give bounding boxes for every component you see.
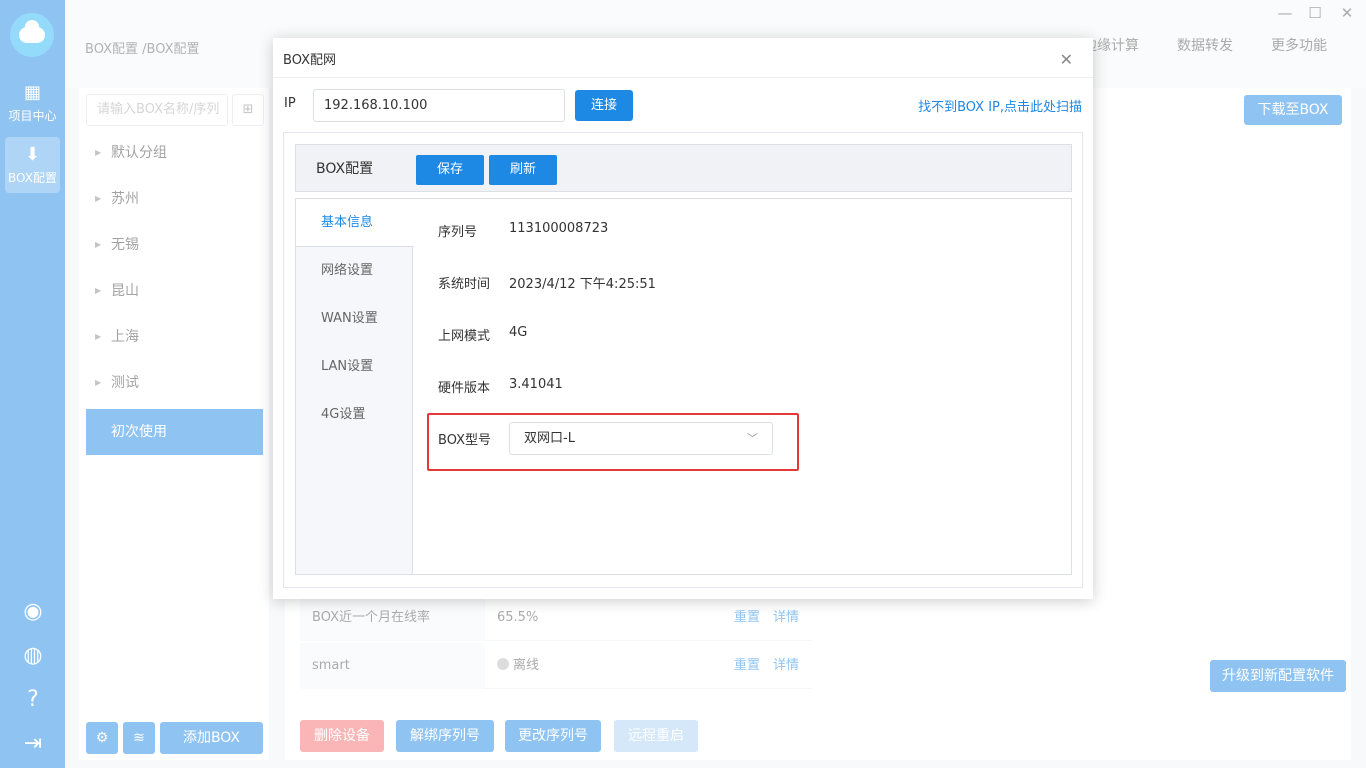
hardware-version-value: 3.41041: [509, 377, 563, 392]
box-config-panel: BOX配置 保存 刷新 基本信息 网络设置 WAN设置 LAN设置 4G设置 序…: [283, 132, 1083, 588]
config-header: BOX配置 保存 刷新: [295, 144, 1072, 192]
ip-input[interactable]: 192.168.10.100: [313, 89, 565, 122]
ip-label: IP: [284, 96, 296, 111]
network-mode-label: 上网模式: [438, 329, 491, 344]
serial-label: 序列号: [438, 225, 478, 240]
box-network-dialog: BOX配网 ✕ IP 192.168.10.100 连接 找不到BOX IP,点…: [273, 38, 1093, 599]
tab-4g-settings[interactable]: 4G设置: [296, 391, 413, 439]
config-title: BOX配置: [316, 161, 374, 177]
network-mode-value: 4G: [509, 325, 528, 340]
system-time-value: 2023/4/12 下午4:25:51: [509, 277, 656, 292]
hardware-version-label: 硬件版本: [438, 381, 491, 396]
config-tabs: 基本信息 网络设置 WAN设置 LAN设置 4G设置: [296, 199, 414, 574]
tab-lan-settings[interactable]: LAN设置: [296, 343, 413, 391]
tab-network-settings[interactable]: 网络设置: [296, 247, 413, 295]
dialog-title: BOX配网: [283, 53, 336, 68]
divider: [273, 77, 1093, 78]
tab-basic-info[interactable]: 基本信息: [296, 199, 414, 247]
tab-wan-settings[interactable]: WAN设置: [296, 295, 413, 343]
refresh-button[interactable]: 刷新: [489, 155, 557, 185]
scan-link[interactable]: 找不到BOX IP,点击此处扫描: [918, 96, 1082, 115]
save-button[interactable]: 保存: [416, 155, 484, 185]
config-body: 基本信息 网络设置 WAN设置 LAN设置 4G设置 序列号 113100008…: [295, 198, 1072, 575]
chevron-down-icon: ﹀: [747, 432, 758, 445]
system-time-label: 系统时间: [438, 277, 491, 292]
box-model-select[interactable]: 双网口-L ﹀: [509, 422, 773, 455]
close-icon[interactable]: ✕: [1060, 50, 1073, 69]
serial-value: 113100008723: [509, 221, 609, 236]
box-model-value: 双网口-L: [524, 431, 575, 446]
connect-button[interactable]: 连接: [575, 90, 633, 121]
box-model-label: BOX型号: [438, 433, 491, 448]
